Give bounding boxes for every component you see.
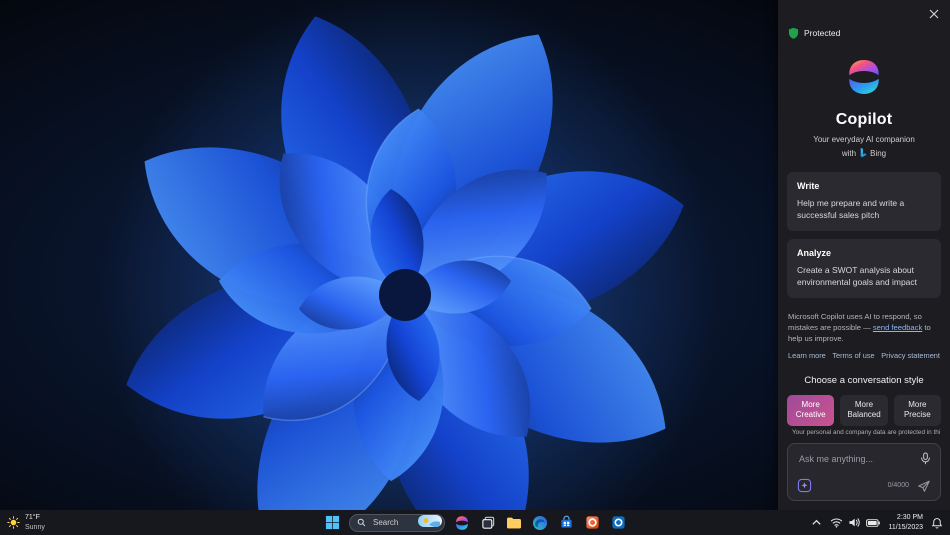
chat-input[interactable] bbox=[797, 452, 914, 465]
outlook-icon bbox=[611, 516, 625, 529]
search-input[interactable] bbox=[371, 517, 413, 528]
copilot-logo-icon bbox=[849, 60, 879, 94]
weather-widget[interactable]: 71°F Sunny bbox=[7, 510, 45, 535]
shield-icon bbox=[788, 27, 799, 39]
style-more-creative-button[interactable]: More Creative bbox=[787, 394, 835, 427]
with-bing-row: with Bing bbox=[778, 148, 950, 158]
learn-more-link[interactable]: Learn more bbox=[788, 351, 826, 360]
clock-date: 11/15/2023 bbox=[888, 523, 923, 531]
close-button[interactable] bbox=[926, 6, 942, 22]
taskbar-copilot-button[interactable] bbox=[453, 514, 471, 532]
file-explorer-icon bbox=[507, 517, 521, 528]
office-icon bbox=[585, 516, 599, 529]
taskbar-clock[interactable]: 2:30 PM 11/15/2023 bbox=[888, 513, 923, 532]
data-protection-text: Your personal and company data are prote… bbox=[792, 429, 940, 436]
outlook-button[interactable] bbox=[609, 514, 627, 532]
protected-badge: Protected bbox=[788, 27, 940, 39]
volume-icon bbox=[849, 518, 861, 527]
search-icon bbox=[357, 518, 366, 527]
suggestion-card-write[interactable]: Write Help me prepare and write a succes… bbox=[787, 172, 941, 231]
style-more-balanced-button[interactable]: More Balanced bbox=[840, 394, 888, 427]
file-explorer-button[interactable] bbox=[505, 514, 523, 532]
chat-input-container: 0/4000 bbox=[787, 443, 941, 501]
taskbar: 71°F Sunny Search 2:30 PM 11/15/2023 bbox=[0, 510, 950, 535]
store-button[interactable] bbox=[557, 514, 575, 532]
edge-icon bbox=[533, 515, 547, 530]
mic-button[interactable] bbox=[920, 452, 931, 465]
copilot-subtitle: Your everyday AI companion bbox=[813, 135, 915, 144]
close-icon bbox=[929, 9, 939, 19]
start-button[interactable] bbox=[323, 514, 341, 532]
tray-chevron-button[interactable] bbox=[811, 517, 822, 528]
taskbar-search[interactable] bbox=[349, 513, 445, 532]
wifi-icon bbox=[831, 518, 843, 528]
new-topic-button[interactable] bbox=[797, 478, 812, 493]
protected-label: Protected bbox=[804, 28, 841, 38]
taskbar-center bbox=[323, 510, 627, 535]
store-icon bbox=[560, 515, 572, 528]
tray-status-icons[interactable] bbox=[830, 517, 881, 528]
card-title: Analyze bbox=[797, 247, 832, 258]
task-view-icon bbox=[481, 516, 494, 529]
privacy-statement-link[interactable]: Privacy statement bbox=[881, 351, 940, 360]
sun-icon bbox=[7, 516, 20, 529]
card-body: Help me prepare and write a successful s… bbox=[797, 198, 905, 220]
ai-disclaimer: Microsoft Copilot uses AI to respond, so… bbox=[788, 311, 940, 344]
style-label-line: Precise bbox=[903, 410, 931, 420]
with-label: with bbox=[841, 148, 857, 158]
battery-icon bbox=[866, 518, 881, 527]
edge-button[interactable] bbox=[531, 514, 549, 532]
style-more-precise-button[interactable]: More Precise bbox=[893, 394, 941, 427]
char-counter: 0/4000 bbox=[887, 482, 909, 489]
clock-time: 2:30 PM bbox=[896, 514, 923, 522]
send-icon bbox=[918, 480, 930, 492]
style-label-line: More bbox=[801, 399, 820, 409]
new-topic-icon bbox=[797, 478, 812, 493]
start-icon bbox=[325, 515, 339, 530]
card-title: Write bbox=[797, 181, 820, 191]
notification-button[interactable] bbox=[931, 517, 943, 529]
weather-condition: Sunny bbox=[25, 523, 45, 531]
style-label-line: More bbox=[854, 399, 874, 409]
search-highlights-art bbox=[418, 514, 442, 527]
copilot-sidebar: Protected Copilot Your everyday AI compa… bbox=[778, 0, 950, 510]
search-highlights-badge[interactable] bbox=[418, 514, 442, 532]
conversation-style-options: More Creative More Balanced More Precise bbox=[787, 394, 941, 427]
screen: Protected Copilot Your everyday AI compa… bbox=[0, 0, 950, 535]
conversation-style-label: Choose a conversation style bbox=[804, 374, 924, 386]
terms-of-use-link[interactable]: Terms of use bbox=[832, 351, 874, 360]
taskbar-copilot-icon bbox=[456, 515, 468, 530]
copilot-title: Copilot bbox=[835, 111, 893, 128]
send-feedback-link[interactable]: send feedback bbox=[873, 323, 922, 332]
style-label-line: Balanced bbox=[847, 410, 881, 420]
bell-icon bbox=[931, 517, 943, 528]
chevron-up-icon bbox=[812, 519, 822, 525]
data-protection-note: Your personal and company data are prote… bbox=[788, 428, 940, 437]
legal-links: Learn more Terms of use Privacy statemen… bbox=[788, 351, 940, 360]
send-button[interactable] bbox=[917, 479, 931, 493]
system-tray: 2:30 PM 11/15/2023 bbox=[811, 510, 943, 535]
style-label-line: More bbox=[908, 399, 927, 409]
mic-icon bbox=[921, 452, 930, 465]
copilot-header: Copilot Your everyday AI companion with … bbox=[778, 57, 950, 158]
office-button[interactable] bbox=[583, 514, 601, 532]
bing-icon bbox=[860, 148, 867, 158]
card-body: Create a SWOT analysis about environment… bbox=[797, 264, 918, 287]
weather-temp: 71°F bbox=[25, 514, 40, 522]
suggestion-card-analyze[interactable]: Analyze Create a SWOT analysis about env… bbox=[787, 238, 941, 298]
task-view-button[interactable] bbox=[479, 514, 497, 532]
style-label-line: Creative bbox=[795, 410, 826, 420]
bing-label: Bing bbox=[870, 148, 887, 158]
